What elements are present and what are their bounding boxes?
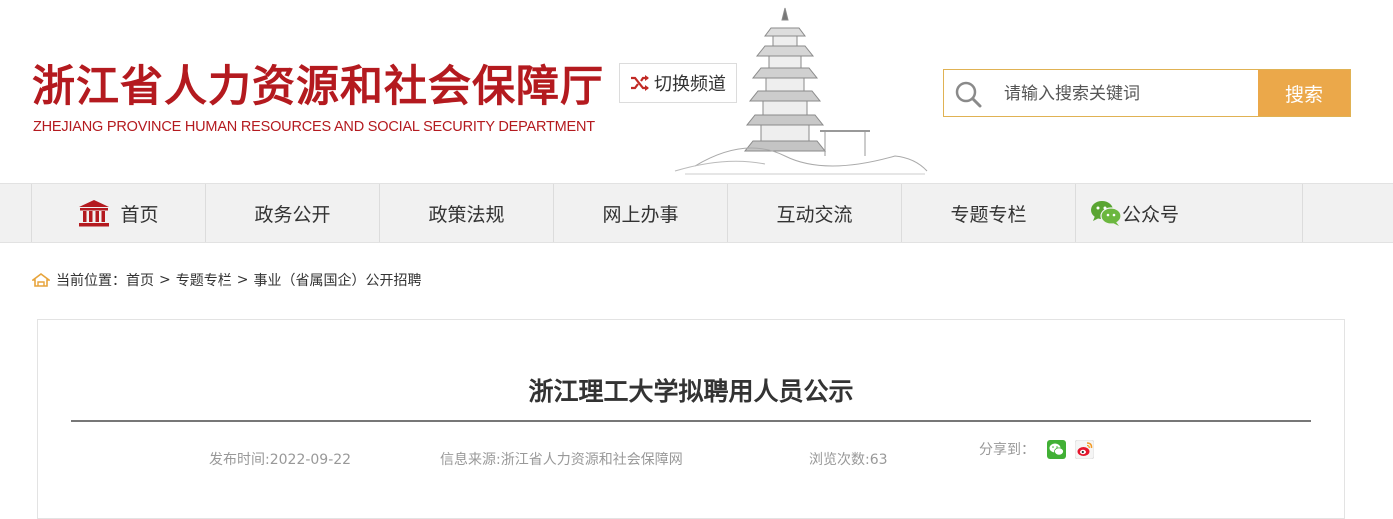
view-count: 浏览次数:63 [809,452,888,468]
breadcrumb-link-special-topics[interactable]: 专题专栏 [176,270,232,290]
nav-item-label: 网上办事 [602,203,679,226]
nav-item-label: 专题专栏 [950,203,1027,226]
article-card: 浙江理工大学拟聘用人员公示 发布时间:2022-09-22 信息来源:浙江省人力… [37,319,1345,519]
breadcrumb: 当前位置： 首页 > 专题专栏 > 事业（省属国企）公开招聘 [32,270,421,290]
weibo-share-icon[interactable] [1075,440,1094,459]
nav-item-policies[interactable]: 政策法规 [379,184,553,242]
shuffle-icon [631,75,649,91]
article-title: 浙江理工大学拟聘用人员公示 [528,377,854,406]
nav-item-special-topics[interactable]: 专题专栏 [901,184,1075,242]
nav-item-interaction[interactable]: 互动交流 [727,184,901,242]
nav-item-label: 政策法规 [428,203,505,226]
home-building-icon [79,200,110,227]
info-source: 信息来源:浙江省人力资源和社会保障网 [440,452,683,468]
main-nav: 首页 政务公开 政策法规 网上办事 互动交流 专题专栏 公众号 [0,183,1393,243]
breadcrumb-prefix: 当前位置： [56,273,126,289]
nav-item-government-affairs[interactable]: 政务公开 [205,184,379,242]
breadcrumb-link-home[interactable]: 首页 [126,270,154,290]
search-button[interactable]: 搜索 [1258,70,1350,116]
nav-item-online-services[interactable]: 网上办事 [553,184,727,242]
nav-item-official-account[interactable]: 公众号 [1075,184,1303,242]
breadcrumb-link-recruitment[interactable]: 事业（省属国企）公开招聘 [253,270,421,290]
site-logo-english[interactable]: ZHEJIANG PROVINCE HUMAN RESOURCES AND SO… [33,119,595,135]
breadcrumb-separator: > [159,272,171,288]
breadcrumb-separator: > [236,272,249,288]
wechat-icon [1091,200,1122,226]
search-box: 搜索 [943,69,1351,117]
nav-item-label: 公众号 [1122,203,1180,226]
site-header: 浙江省人力资源和社会保障厅 ZHEJIANG PROVINCE HUMAN RE… [0,0,1393,183]
title-divider [71,420,1311,422]
pagoda-illustration [674,7,928,175]
nav-item-label: 政务公开 [254,203,331,226]
wechat-share-icon[interactable] [1047,440,1066,459]
search-input[interactable] [1002,78,1256,110]
search-icon [955,81,982,108]
site-logo-chinese[interactable]: 浙江省人力资源和社会保障厅 [32,52,604,114]
share-label: 分享到： [979,442,1035,458]
publish-time: 发布时间:2022-09-22 [209,452,352,468]
home-icon [32,273,50,287]
nav-item-label: 首页 [120,203,159,226]
nav-item-label: 互动交流 [776,203,853,226]
nav-item-home[interactable]: 首页 [31,184,205,242]
